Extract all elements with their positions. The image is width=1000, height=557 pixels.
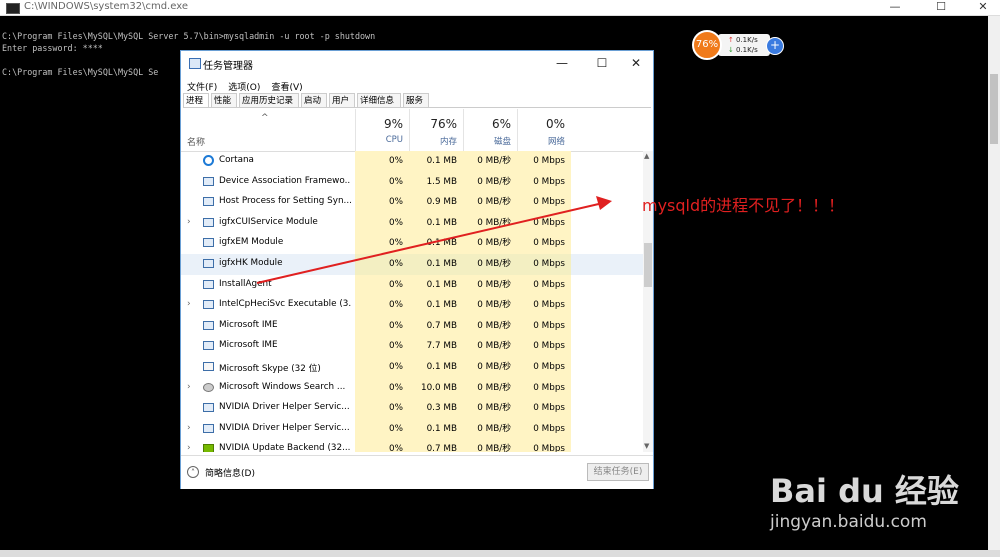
watermark-url: jingyan.baidu.com xyxy=(770,512,927,532)
arrow-head xyxy=(596,196,612,210)
baidu-jingyan-watermark: Bai du 经验 jingyan.baidu.com xyxy=(760,442,1000,542)
watermark-brand: Bai du 经验 xyxy=(770,472,959,510)
annotation-text: mysqld的进程不见了！！！ xyxy=(642,196,845,215)
arrow-line xyxy=(256,202,604,284)
